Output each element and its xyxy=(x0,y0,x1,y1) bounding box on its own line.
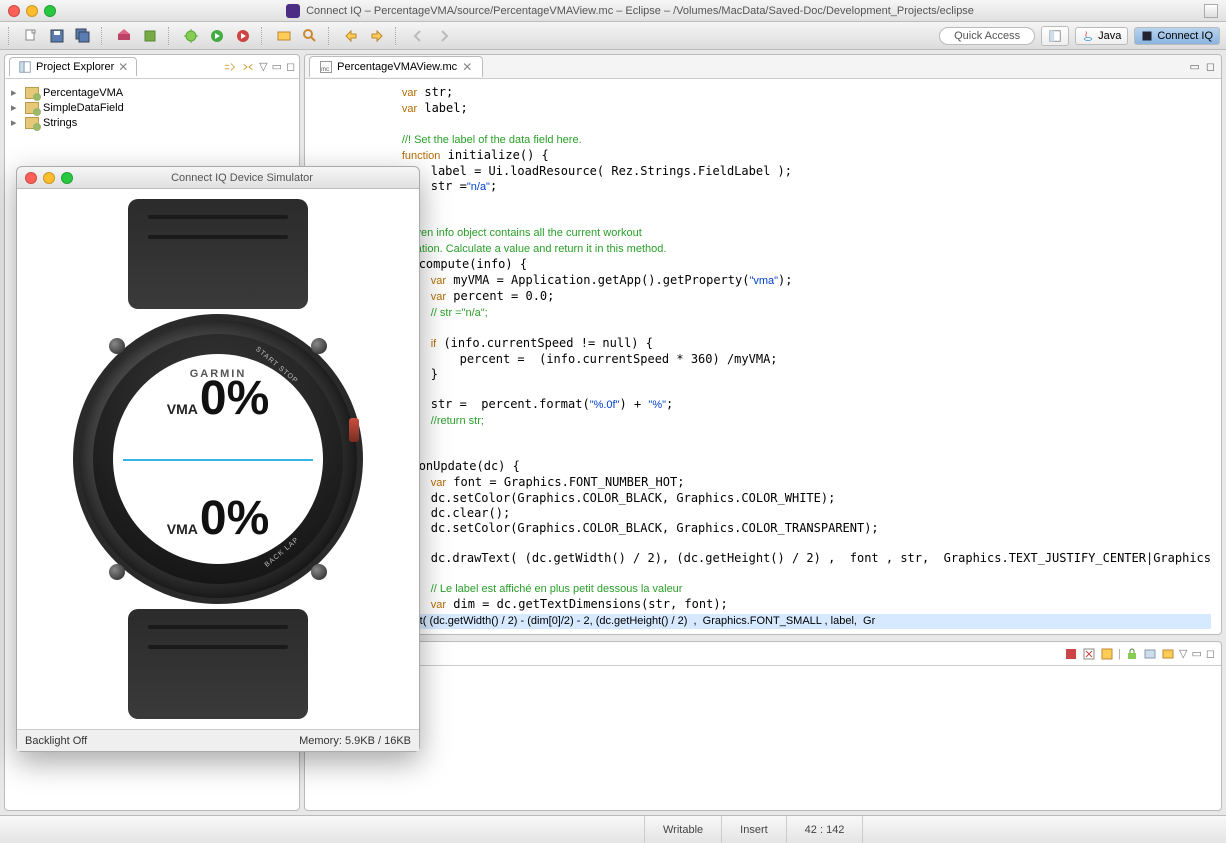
close-button[interactable] xyxy=(25,172,37,184)
forward-button[interactable] xyxy=(434,26,454,46)
close-icon[interactable]: ✕ xyxy=(118,60,128,74)
fullscreen-icon[interactable] xyxy=(1204,4,1218,18)
file-icon xyxy=(320,61,332,73)
back-button[interactable] xyxy=(408,26,428,46)
project-explorer-tab[interactable]: Project Explorer ✕ xyxy=(9,57,137,76)
clear-console-icon[interactable] xyxy=(1100,647,1114,661)
eclipse-icon xyxy=(286,4,300,18)
perspective-connectiq[interactable]: Connect IQ xyxy=(1134,27,1220,45)
watch-screen[interactable]: GARMIN VMA 0% VMA 0% xyxy=(113,354,323,564)
prev-annotation-button[interactable] xyxy=(341,26,361,46)
field-value-bottom: 0% xyxy=(200,495,269,543)
maximize-view-icon[interactable]: ◻ xyxy=(286,60,295,73)
tree-item[interactable]: ▸SimpleDataField xyxy=(11,100,293,115)
perspective-connectiq-label: Connect IQ xyxy=(1157,30,1213,42)
view-menu-icon[interactable]: ▽ xyxy=(259,60,267,73)
quick-access-field[interactable]: Quick Access xyxy=(939,27,1035,45)
project-icon xyxy=(25,117,39,129)
new-button[interactable] xyxy=(21,26,41,46)
tree-item[interactable]: ▸PercentageVMA xyxy=(11,85,293,100)
simulator-title: Connect IQ Device Simulator xyxy=(171,172,313,184)
zoom-button[interactable] xyxy=(61,172,73,184)
backlight-status: Backlight Off xyxy=(25,735,87,747)
project-icon xyxy=(25,102,39,114)
field-label-bottom: VMA xyxy=(167,521,198,537)
main-window-titlebar: Connect IQ – PercentageVMA/source/Percen… xyxy=(0,0,1226,22)
debug-button[interactable] xyxy=(181,26,201,46)
field-value-top: 0% xyxy=(200,375,269,423)
save-all-button[interactable] xyxy=(73,26,93,46)
status-bar: Writable Insert 42 : 142 xyxy=(0,815,1226,843)
perspective-java-label: Java xyxy=(1098,30,1121,42)
minimize-console-icon[interactable]: ▭ xyxy=(1191,647,1201,660)
zoom-button[interactable] xyxy=(44,5,56,17)
minimize-view-icon[interactable]: ▭ xyxy=(272,60,282,73)
build-button[interactable] xyxy=(114,26,134,46)
tree-item-label: PercentageVMA xyxy=(43,87,123,99)
status-insert: Insert xyxy=(721,816,786,843)
console-subtitle: IQ xyxy=(305,666,1221,686)
maximize-editor-icon[interactable]: ◻ xyxy=(1206,60,1215,73)
package-button[interactable] xyxy=(140,26,160,46)
remove-launch-icon[interactable] xyxy=(1082,647,1096,661)
simulator-window[interactable]: Connect IQ Device Simulator START STOP B… xyxy=(16,166,420,752)
terminate-icon[interactable] xyxy=(1064,647,1078,661)
run-button[interactable] xyxy=(207,26,227,46)
minimize-button[interactable] xyxy=(26,5,38,17)
link-editor-icon[interactable] xyxy=(241,60,255,74)
project-explorer-icon xyxy=(18,60,32,74)
display-console-icon[interactable] xyxy=(1161,647,1175,661)
console-menu-icon[interactable]: ▽ xyxy=(1179,647,1187,660)
scroll-lock-icon[interactable] xyxy=(1125,647,1139,661)
maximize-console-icon[interactable]: ◻ xyxy=(1206,647,1215,660)
project-explorer-title: Project Explorer xyxy=(36,61,114,73)
status-cursor: 42 : 142 xyxy=(786,816,863,843)
console-view: sole ✕ | ▽ ▭ ◻ IQ xyxy=(304,641,1222,811)
code-editor[interactable]: var str; var label; //! Set the label of… xyxy=(305,79,1221,634)
memory-status: Memory: 5.9KB / 16KB xyxy=(299,735,411,747)
editor-tab[interactable]: PercentageVMAView.mc ✕ xyxy=(309,56,483,77)
run-last-button[interactable] xyxy=(233,26,253,46)
tree-item-label: SimpleDataField xyxy=(43,102,124,114)
close-icon[interactable]: ✕ xyxy=(462,60,472,74)
main-toolbar: Quick Access Java Connect IQ xyxy=(0,22,1226,50)
tree-item-label: Strings xyxy=(43,117,77,129)
simulator-titlebar[interactable]: Connect IQ Device Simulator xyxy=(17,167,419,189)
next-annotation-button[interactable] xyxy=(367,26,387,46)
save-button[interactable] xyxy=(47,26,67,46)
open-type-button[interactable] xyxy=(274,26,294,46)
collapse-all-icon[interactable] xyxy=(223,60,237,74)
project-icon xyxy=(25,87,39,99)
window-title: Connect IQ – PercentageVMA/source/Percen… xyxy=(306,5,974,17)
tree-item[interactable]: ▸Strings xyxy=(11,115,293,130)
open-perspective-button[interactable] xyxy=(1041,26,1069,46)
simulator-statusbar: Backlight Off Memory: 5.9KB / 16KB xyxy=(17,729,419,751)
watch-side-button[interactable] xyxy=(349,418,359,442)
editor-pane: PercentageVMAView.mc ✕ ▭ ◻ var str; var … xyxy=(304,54,1222,635)
project-tree[interactable]: ▸PercentageVMA ▸SimpleDataField ▸Strings xyxy=(5,79,299,136)
field-label-top: VMA xyxy=(167,401,198,417)
editor-tab-label: PercentageVMAView.mc xyxy=(337,61,457,73)
close-button[interactable] xyxy=(8,5,20,17)
traffic-lights xyxy=(8,5,56,17)
perspective-java[interactable]: Java xyxy=(1075,27,1128,45)
status-writable: Writable xyxy=(644,816,721,843)
minimize-button[interactable] xyxy=(43,172,55,184)
minimize-editor-icon[interactable]: ▭ xyxy=(1189,60,1199,73)
watch-device: START STOP BACK LAP MENU UP DOWN LIGHT G… xyxy=(58,199,378,719)
search-button[interactable] xyxy=(300,26,320,46)
pin-console-icon[interactable] xyxy=(1143,647,1157,661)
